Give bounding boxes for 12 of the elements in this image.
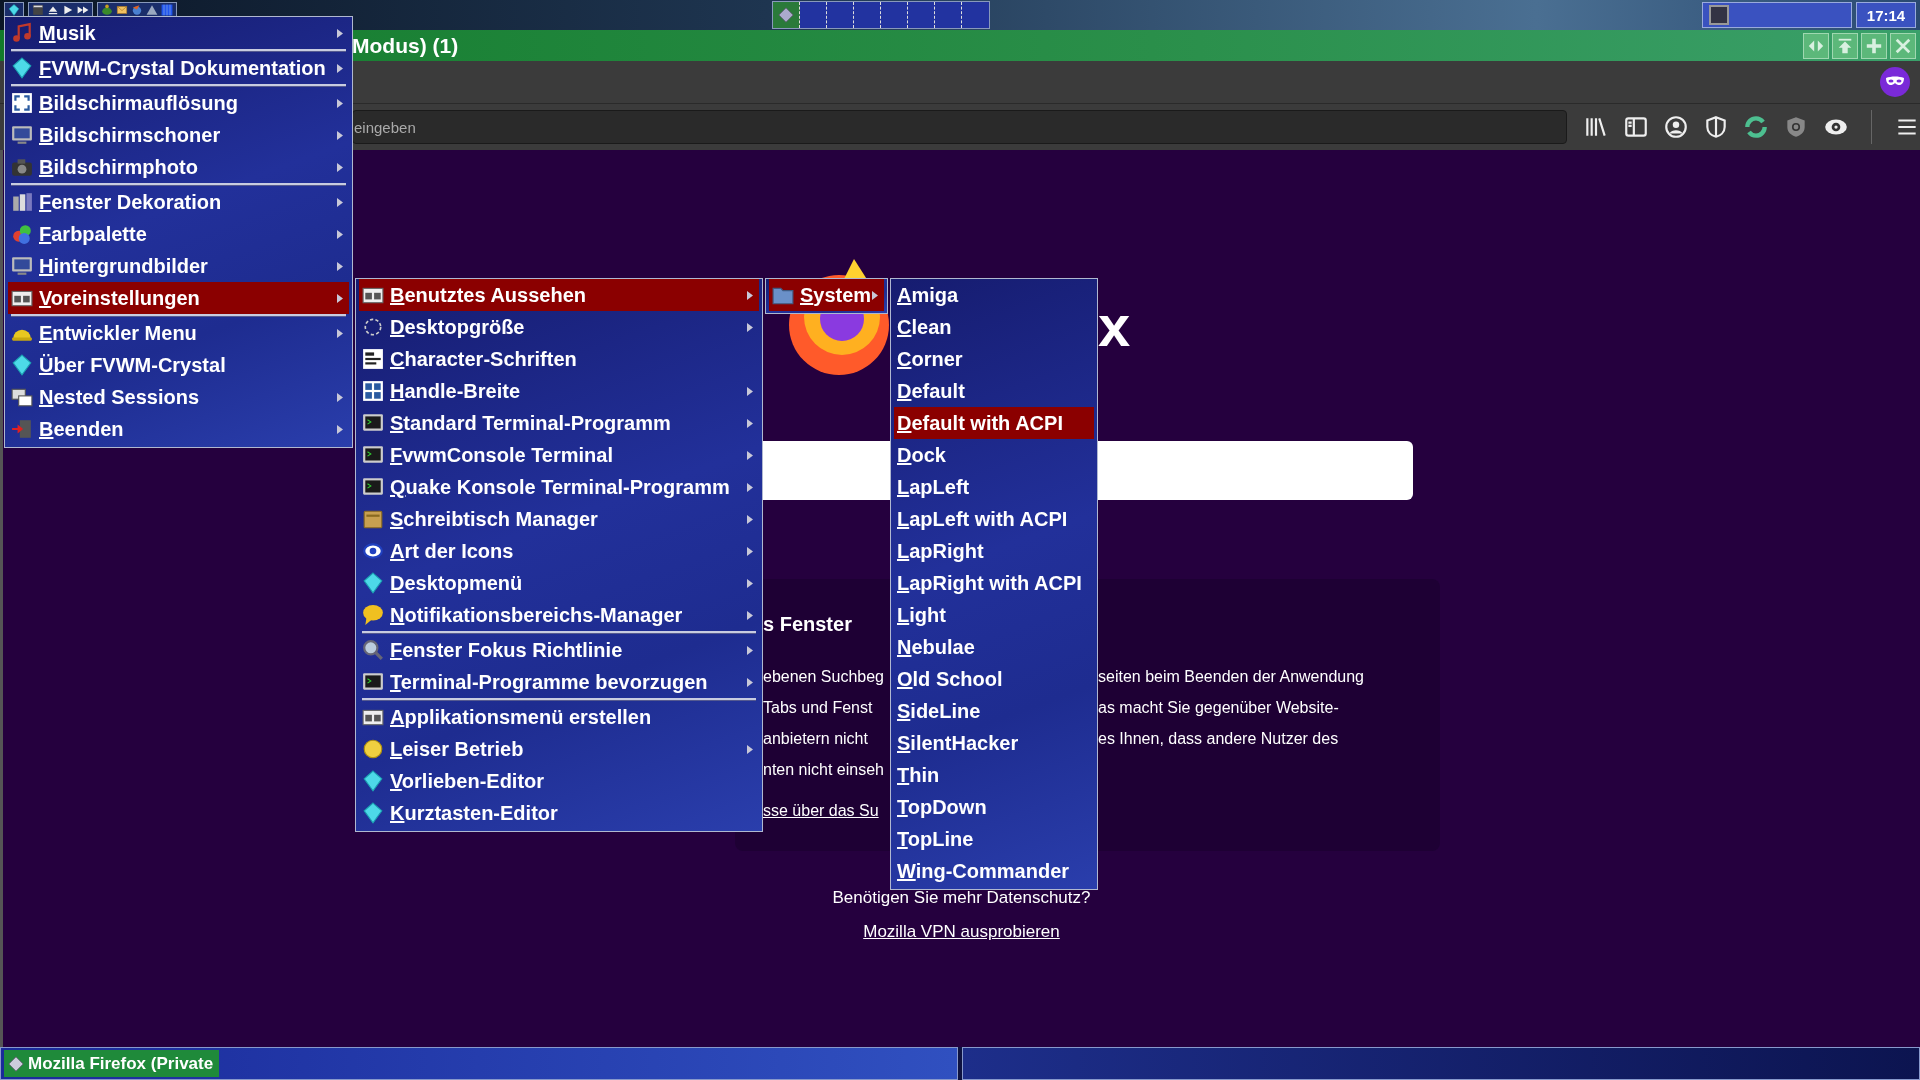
- wordmark: x: [1098, 292, 1131, 359]
- privacy-question: Benötigen Sie mehr Datenschutz?: [832, 888, 1091, 908]
- text-line: es Ihnen, dass andere Nutzer des: [1098, 729, 1340, 749]
- text-line: ebenen Suchbeg: [763, 667, 885, 687]
- text-line: seiten beim Beenden der Anwendung: [1098, 667, 1364, 687]
- text-line: nten nicht einseh: [763, 760, 885, 780]
- clock: 17:14: [1856, 2, 1916, 28]
- text-line: Tabs und Fenst: [763, 698, 874, 718]
- card-heading: s Fenster: [763, 612, 853, 636]
- text-line: anbietern nicht: [763, 729, 869, 749]
- text-line: as macht Sie gegenüber Website-: [1098, 698, 1340, 718]
- window-title: Modus) (1): [352, 33, 459, 58]
